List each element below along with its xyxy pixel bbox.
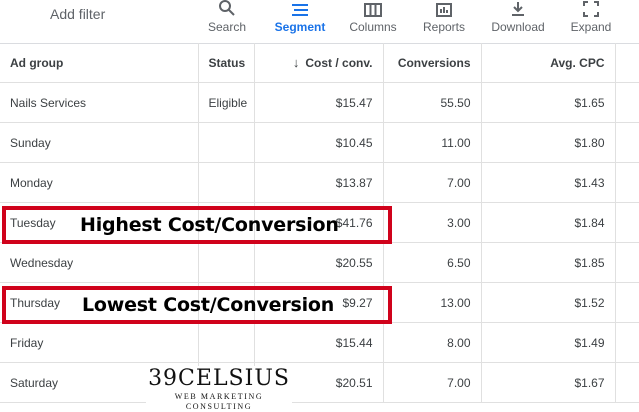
conversions-cell: 8.00 xyxy=(383,322,482,363)
lowest-cost-annotation: Lowest Cost/Conversion xyxy=(82,294,335,316)
table-row: Sunday $10.45 11.00 $1.80 xyxy=(0,122,639,163)
ad-group-cell: Wednesday xyxy=(0,242,199,283)
status-cell xyxy=(198,322,255,363)
reports-icon xyxy=(433,0,455,17)
header-ad-group[interactable]: Ad group xyxy=(0,43,199,83)
expand-button[interactable]: Expand xyxy=(566,0,616,42)
spacer-cell xyxy=(615,202,639,243)
highest-cost-annotation: Highest Cost/Conversion xyxy=(80,214,339,236)
conversions-cell: 13.00 xyxy=(383,282,482,323)
spacer-cell xyxy=(615,362,639,403)
status-cell xyxy=(198,242,255,283)
cost-conv-cell: $15.44 xyxy=(254,322,384,363)
ad-group-cell: Friday xyxy=(0,322,199,363)
columns-label: Columns xyxy=(349,20,397,34)
add-filter-button[interactable]: Add filter xyxy=(50,6,105,22)
logo-tagline: WEB MARKETING CONSULTING xyxy=(174,392,264,411)
spacer-cell xyxy=(615,282,639,323)
cost-conv-cell: $20.55 xyxy=(254,242,384,283)
reports-label: Reports xyxy=(422,20,466,34)
header-status[interactable]: Status xyxy=(198,43,255,83)
segment-label: Segment xyxy=(274,20,326,34)
header-cost-conv-label: Cost / conv. xyxy=(305,56,373,70)
search-button[interactable]: Search xyxy=(205,0,249,42)
download-button[interactable]: Download xyxy=(487,0,549,42)
spacer-cell xyxy=(615,322,639,363)
toolbar: Add filter Search Segment Columns Report… xyxy=(0,0,639,44)
header-cost-conv[interactable]: ↓ Cost / conv. xyxy=(254,43,384,83)
spacer-cell xyxy=(615,162,639,203)
search-label: Search xyxy=(207,20,247,34)
ad-group-cell: Sunday xyxy=(0,122,199,163)
segment-button[interactable]: Segment xyxy=(270,0,330,42)
sort-down-icon: ↓ xyxy=(292,55,300,70)
conversions-cell: 7.00 xyxy=(383,362,482,403)
columns-icon xyxy=(362,0,384,17)
expand-label: Expand xyxy=(570,20,612,34)
spacer-cell xyxy=(615,82,639,123)
ad-group-cell[interactable]: Nails Services xyxy=(0,82,199,123)
table-row: Saturday $20.51 7.00 $1.67 xyxy=(0,362,639,403)
avg-cpc-cell: $1.52 xyxy=(481,282,616,323)
logo-wordmark: 39CELSIUS xyxy=(148,366,290,391)
header-avg-cpc[interactable]: Avg. CPC xyxy=(481,43,616,83)
cost-conv-cell: $13.87 xyxy=(254,162,384,203)
avg-cpc-cell: $1.65 xyxy=(481,82,616,123)
avg-cpc-cell: $1.85 xyxy=(481,242,616,283)
search-icon xyxy=(216,0,238,17)
segment-icon xyxy=(289,0,311,17)
avg-cpc-cell: $1.80 xyxy=(481,122,616,163)
table-header-row: Ad group Status ↓ Cost / conv. Conversion… xyxy=(0,43,639,83)
download-icon xyxy=(507,0,529,17)
status-cell xyxy=(198,122,255,163)
conversions-cell: 7.00 xyxy=(383,162,482,203)
avg-cpc-cell: $1.84 xyxy=(481,202,616,243)
status-cell: Eligible xyxy=(198,82,255,123)
ad-group-cell: Monday xyxy=(0,162,199,203)
avg-cpc-cell: $1.49 xyxy=(481,322,616,363)
reports-button[interactable]: Reports xyxy=(418,0,470,42)
spacer-cell xyxy=(615,242,639,283)
header-conversions[interactable]: Conversions xyxy=(383,43,482,83)
status-cell xyxy=(198,162,255,203)
table-row: Nails Services Eligible $15.47 55.50 $1.… xyxy=(0,82,639,123)
table-row: Friday $15.44 8.00 $1.49 xyxy=(0,322,639,363)
table-row: Wednesday $20.55 6.50 $1.85 xyxy=(0,242,639,283)
avg-cpc-cell: $1.67 xyxy=(481,362,616,403)
expand-icon xyxy=(580,0,602,17)
company-logo: 39CELSIUS WEB MARKETING CONSULTING xyxy=(146,366,292,412)
spacer-cell xyxy=(615,122,639,163)
conversions-cell: 3.00 xyxy=(383,202,482,243)
conversions-cell: 55.50 xyxy=(383,82,482,123)
header-spacer xyxy=(615,43,639,83)
conversions-cell: 11.00 xyxy=(383,122,482,163)
table-row: Monday $13.87 7.00 $1.43 xyxy=(0,162,639,203)
download-label: Download xyxy=(491,20,545,34)
conversions-cell: 6.50 xyxy=(383,242,482,283)
cost-conv-cell: $15.47 xyxy=(254,82,384,123)
avg-cpc-cell: $1.43 xyxy=(481,162,616,203)
cost-conv-cell: $10.45 xyxy=(254,122,384,163)
columns-button[interactable]: Columns xyxy=(343,0,403,42)
